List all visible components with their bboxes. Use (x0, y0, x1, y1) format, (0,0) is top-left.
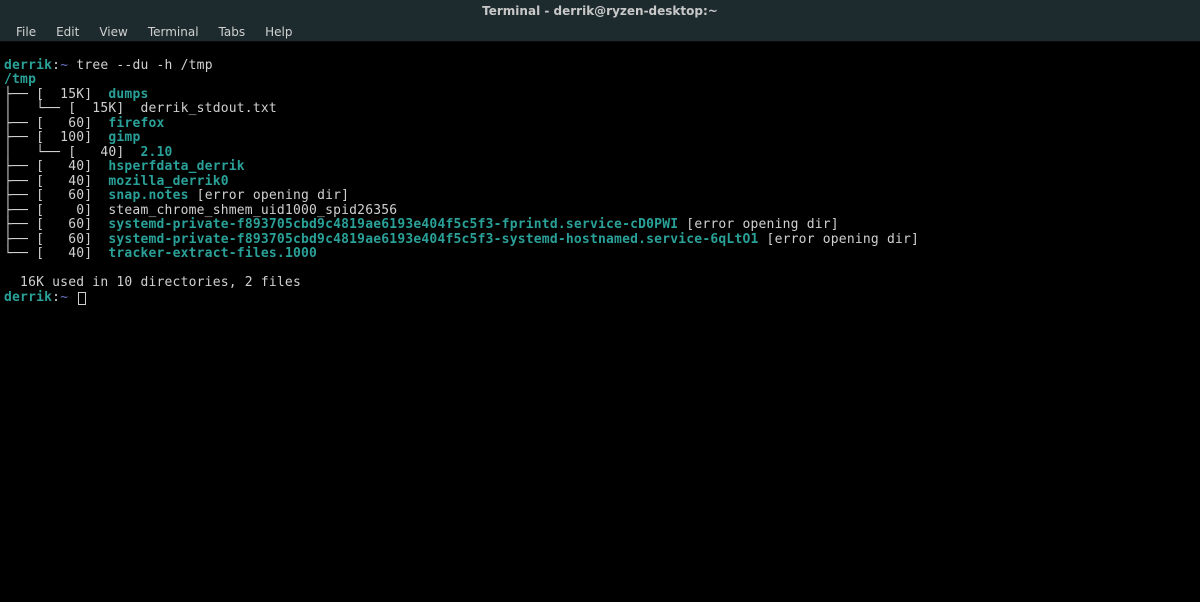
tree-line: └── [ 40] (4, 246, 108, 261)
menu-help[interactable]: Help (255, 23, 302, 41)
menu-file[interactable]: File (6, 23, 46, 41)
prompt-user-2: derrik (4, 290, 52, 305)
tree-error: [error opening dir] (678, 217, 839, 232)
terminal-output[interactable]: derrik:~ tree --du -h /tmp /tmp ├── [ 15… (0, 42, 1200, 307)
tree-line: ├── [ 60] (4, 188, 108, 203)
tree-dir-systemd-fprintd: systemd-private-f893705cbd9c4819ae6193e4… (108, 217, 678, 232)
menu-tabs[interactable]: Tabs (209, 23, 256, 41)
tree-line: │ └── [ 40] (4, 145, 140, 160)
tree-dir-systemd-hostnamed: systemd-private-f893705cbd9c4819ae6193e4… (108, 232, 758, 247)
tree-summary: 16K used in 10 directories, 2 files (4, 275, 301, 290)
menu-view[interactable]: View (89, 23, 137, 41)
tree-line: ├── [ 15K] (4, 87, 108, 102)
prompt-separator-2: : (52, 290, 60, 305)
tree-line: ├── [ 60] (4, 217, 108, 232)
tree-line: ├── [ 100] (4, 130, 108, 145)
prompt-separator: : (52, 58, 60, 73)
tree-line: ├── [ 40] (4, 159, 108, 174)
tree-error: [error opening dir] (759, 232, 920, 247)
tree-line: ├── [ 0] steam_chrome_shmem_uid1000_spid… (4, 203, 397, 218)
tree-error: [error opening dir] (189, 188, 350, 203)
tree-dir-gimp: gimp (108, 130, 140, 145)
tree-line: ├── [ 40] (4, 174, 108, 189)
tree-dir-210: 2.10 (140, 145, 172, 160)
window-titlebar: Terminal - derrik@ryzen-desktop:~ (0, 0, 1200, 22)
menu-edit[interactable]: Edit (46, 23, 89, 41)
tree-line: │ └── [ 15K] derrik_stdout.txt (4, 101, 277, 116)
tree-dir-firefox: firefox (108, 116, 164, 131)
prompt-user: derrik (4, 58, 52, 73)
tree-root: /tmp (4, 72, 36, 87)
tree-line: ├── [ 60] (4, 116, 108, 131)
tree-dir-snapnotes: snap.notes (108, 188, 188, 203)
menubar: File Edit View Terminal Tabs Help (0, 22, 1200, 42)
prompt-path: ~ (60, 58, 68, 73)
tree-dir-hsperfdata: hsperfdata_derrik (108, 159, 244, 174)
cursor-block (78, 292, 86, 305)
tree-dir-mozilla: mozilla_derrik0 (108, 174, 228, 189)
window-title: Terminal - derrik@ryzen-desktop:~ (482, 4, 718, 18)
tree-line: ├── [ 60] (4, 232, 108, 247)
prompt-path-2: ~ (60, 290, 68, 305)
menu-terminal[interactable]: Terminal (138, 23, 209, 41)
command-text: tree --du -h /tmp (76, 58, 212, 73)
tree-dir-dumps: dumps (108, 87, 148, 102)
tree-dir-tracker: tracker-extract-files.1000 (108, 246, 317, 261)
